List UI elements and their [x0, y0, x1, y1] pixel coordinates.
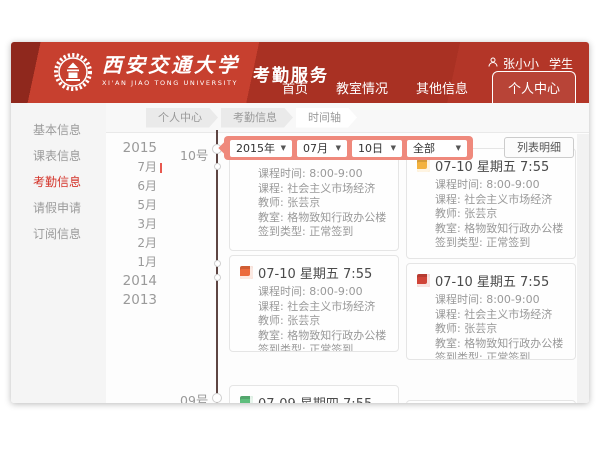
card-date-title: 07-10 星期五 7:55	[435, 271, 549, 290]
card-row-course-time: 课程时间: 8:00-9:00	[417, 178, 565, 193]
scale-month-jun[interactable]: 6月	[106, 177, 157, 196]
attendance-card[interactable]	[406, 400, 576, 403]
scale-year-2014[interactable]: 2014	[106, 272, 157, 291]
chevron-down-icon: ▼	[336, 144, 341, 152]
card-row-teacher: 教师: 张芸京	[417, 322, 565, 337]
nav-item-other-info[interactable]: 其他信息	[402, 72, 482, 103]
list-detail-button[interactable]: 列表明细	[504, 137, 574, 158]
scale-year-2013[interactable]: 2013	[106, 291, 157, 310]
card-row-classroom: 教室: 格物致知行政办公楼	[240, 211, 388, 226]
scale-month-jul[interactable]: 7月	[106, 158, 157, 177]
breadcrumb-attendance-info[interactable]: 考勤信息	[221, 108, 293, 128]
calendar-icon	[240, 266, 253, 279]
date-filter-bar: 2015年 ▼ 07月 ▼ 10日 ▼ 全部 ▼	[224, 136, 473, 160]
calendar-icon	[240, 396, 253, 403]
breadcrumb-timeline-active[interactable]: 时间轴	[296, 108, 357, 128]
university-seal-icon	[53, 52, 93, 96]
sidebar-item-leave-request[interactable]: 请假申请	[11, 195, 106, 221]
chevron-down-icon: ▼	[281, 144, 286, 152]
user-name: 张小小	[503, 55, 539, 72]
calendar-icon	[417, 274, 430, 287]
card-row-checkin-type: 签到类型: 正常签到	[240, 343, 388, 352]
nav-item-classrooms[interactable]: 教室情况	[322, 72, 402, 103]
card-row-teacher: 教师: 张芸京	[417, 207, 565, 222]
scale-month-jan[interactable]: 1月	[106, 253, 157, 272]
card-row-course-time: 课程时间: 8:00-9:00	[417, 293, 565, 308]
card-row-checkin-type: 签到类型: 正常签到	[417, 351, 565, 360]
scope-select[interactable]: 全部 ▼	[407, 140, 467, 157]
calendar-icon	[417, 159, 430, 172]
card-date-title: 07-09 星期四 7:55	[258, 393, 372, 403]
scale-month-feb[interactable]: 2月	[106, 234, 157, 253]
card-row-checkin-type: 签到类型: 正常签到	[417, 236, 565, 251]
breadcrumb-personal-center[interactable]: 个人中心	[146, 108, 218, 128]
sidebar-item-subscription-info[interactable]: 订阅信息	[11, 221, 106, 247]
sidebar: 基本信息 课表信息 考勤信息 请假申请 订阅信息	[11, 103, 106, 403]
nav-item-personal-center-active[interactable]: 个人中心	[492, 71, 576, 103]
university-name: 西安交通大学 XI'AN JIAO TONG UNIVERSITY	[102, 52, 240, 87]
scale-year-2015[interactable]: 2015	[106, 139, 157, 158]
sidebar-item-basic-info[interactable]: 基本信息	[11, 117, 106, 143]
sidebar-item-schedule-info[interactable]: 课表信息	[11, 143, 106, 169]
attendance-card[interactable]: 07-10 星期五 7:55 课程时间: 8:00-9:00 课程: 社会主义市…	[229, 255, 399, 352]
user-icon	[487, 56, 499, 71]
timeline-node	[214, 163, 221, 170]
card-row-course: 课程: 社会主义市场经济	[240, 300, 388, 315]
card-row-classroom: 教室: 格物致知行政办公楼	[417, 222, 565, 237]
main-panel: 个人中心 考勤信息 时间轴 2015 7月 6月 5月 3月 2月 1月 201…	[106, 103, 589, 403]
chevron-down-icon: ▼	[391, 144, 396, 152]
attendance-card[interactable]: 07-09 星期四 7:55	[229, 385, 399, 403]
timeline-node	[214, 260, 221, 267]
card-row-course-time: 课程时间: 8:00-9:00	[240, 285, 388, 300]
sidebar-item-attendance-info[interactable]: 考勤信息	[11, 169, 106, 195]
card-row-classroom: 教室: 格物致知行政办公楼	[417, 337, 565, 352]
university-name-cn: 西安交通大学	[102, 52, 240, 78]
user-account[interactable]: 张小小 学生	[487, 55, 573, 72]
main-nav: 首页 教室情况 其他信息 个人中心	[268, 71, 576, 103]
timeline-node	[214, 274, 221, 281]
card-row-classroom: 教室: 格物致知行政办公楼	[240, 329, 388, 344]
year-select[interactable]: 2015年 ▼	[230, 140, 292, 157]
current-month-marker	[160, 163, 162, 173]
breadcrumb: 个人中心 考勤信息 时间轴	[106, 103, 589, 133]
scale-month-mar[interactable]: 3月	[106, 215, 157, 234]
scope-select-value: 全部	[413, 140, 435, 156]
day-marker-10: 10号	[180, 145, 216, 164]
attendance-card[interactable]: 07-10 星期五 7:55 课程时间: 8:00-9:00 课程: 社会主义市…	[406, 148, 576, 259]
card-row-course: 课程: 社会主义市场经济	[417, 308, 565, 323]
card-row-course: 课程: 社会主义市场经济	[240, 182, 388, 197]
year-select-value: 2015年	[236, 140, 275, 156]
timeline-node	[212, 393, 222, 403]
nav-item-home[interactable]: 首页	[268, 72, 322, 103]
chevron-down-icon: ▼	[456, 144, 461, 152]
university-name-en: XI'AN JIAO TONG UNIVERSITY	[102, 79, 240, 87]
day-select[interactable]: 10日 ▼	[352, 140, 402, 157]
card-row-teacher: 教师: 张芸京	[240, 314, 388, 329]
attendance-card[interactable]: 07-10 星期五 7:55 课程时间: 8:00-9:00 课程: 社会主义市…	[406, 263, 576, 360]
day-select-value: 10日	[358, 140, 383, 156]
month-select-value: 07月	[303, 140, 328, 156]
card-row-course-time: 课程时间: 8:00-9:00	[240, 167, 388, 182]
day-marker-09: 09号	[180, 390, 216, 403]
screenshot-viewport: 西安交通大学 XI'AN JIAO TONG UNIVERSITY 考勤服务 张…	[0, 0, 600, 450]
scale-month-may[interactable]: 5月	[106, 196, 157, 215]
app-header: 西安交通大学 XI'AN JIAO TONG UNIVERSITY 考勤服务 张…	[11, 42, 589, 103]
scrollbar-track[interactable]	[577, 134, 589, 403]
card-row-course: 课程: 社会主义市场经济	[417, 193, 565, 208]
card-row-teacher: 教师: 张芸京	[240, 196, 388, 211]
card-row-checkin-type: 签到类型: 正常签到	[240, 225, 388, 240]
user-role: 学生	[549, 55, 573, 72]
app-window: 西安交通大学 XI'AN JIAO TONG UNIVERSITY 考勤服务 张…	[11, 42, 589, 403]
card-date-title: 07-10 星期五 7:55	[258, 263, 372, 282]
month-select[interactable]: 07月 ▼	[297, 140, 347, 157]
content-area: 基本信息 课表信息 考勤信息 请假申请 订阅信息 个人中心 考勤信息 时间轴 2…	[11, 103, 589, 403]
timeline-scale: 2015 7月 6月 5月 3月 2月 1月 2014 2013	[106, 139, 157, 310]
